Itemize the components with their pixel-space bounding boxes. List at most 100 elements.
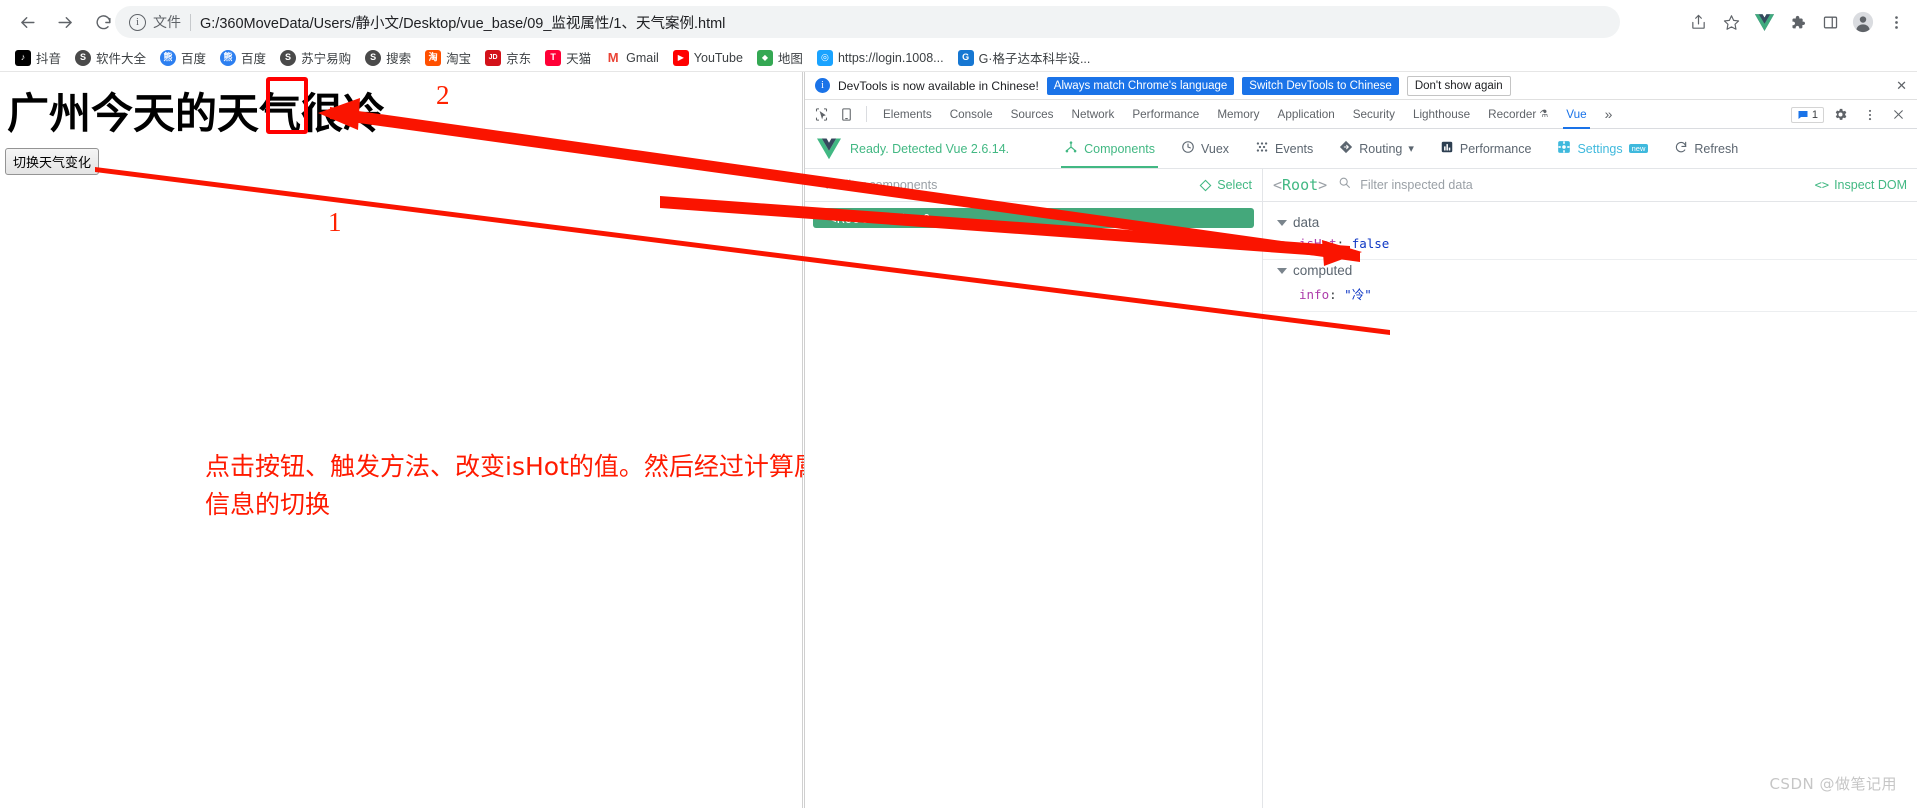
bookmark-item[interactable]: JD 京东	[478, 46, 538, 69]
vue-tab-components-label: Components	[1084, 141, 1156, 156]
share-icon[interactable]	[1683, 7, 1713, 37]
inspector-entry-value: "冷"	[1344, 287, 1372, 302]
bookmark-label: 淘宝	[446, 52, 472, 66]
vue-tab-events[interactable]: Events	[1242, 129, 1326, 168]
bookmark-item[interactable]: G G·格子达本科毕设...	[951, 46, 1098, 69]
bookmark-label: Gmail	[626, 50, 659, 65]
more-vertical-icon[interactable]	[1857, 102, 1882, 127]
device-toolbar-icon[interactable]	[834, 102, 859, 127]
side-panel-icon[interactable]	[1815, 7, 1845, 37]
tab-elements[interactable]: Elements	[874, 100, 941, 129]
vue-tab-refresh[interactable]: Refresh	[1661, 129, 1751, 168]
tab-performance[interactable]: Performance	[1123, 100, 1208, 129]
inspector-entry-info[interactable]: info: "冷"	[1263, 281, 1917, 306]
extensions-puzzle-icon[interactable]	[1782, 7, 1812, 37]
inspect-dom-button[interactable]: <> Inspect DOM	[1815, 178, 1907, 192]
tab-security[interactable]: Security	[1344, 100, 1404, 129]
tab-network[interactable]: Network	[1063, 100, 1124, 129]
inspector-entry-isHot[interactable]: isHot: false	[1263, 233, 1917, 254]
inspector-body: data isHot: false computed info: "冷"	[1263, 202, 1917, 312]
vue-devtools-toolbar: Ready. Detected Vue 2.6.14. Components V…	[805, 129, 1917, 169]
bookmark-label: YouTube	[693, 50, 743, 65]
message-badge-icon[interactable]: 1	[1790, 106, 1824, 123]
vue-tab-components[interactable]: Components	[1051, 129, 1168, 168]
refresh-icon	[1674, 140, 1688, 157]
notice-message: DevTools is now available in Chinese!	[838, 78, 1039, 93]
vue-tab-settings-label: Settings	[1577, 141, 1623, 156]
caret-down-icon	[1277, 219, 1287, 226]
bookmark-favicon: ◆	[756, 49, 773, 66]
components-icon	[1064, 140, 1078, 157]
tab-vue[interactable]: Vue	[1557, 100, 1595, 129]
inspector-group-data-label: data	[1293, 215, 1320, 230]
tab-recorder[interactable]: Recorder ⚗	[1479, 100, 1557, 129]
code-brackets-icon: <>	[1814, 178, 1830, 192]
bookmark-label: 天猫	[566, 52, 592, 66]
bookmark-item[interactable]: ◎ https://login.1008...	[810, 48, 951, 68]
info-circle-icon[interactable]: i	[129, 13, 146, 31]
vue-tab-vuex[interactable]: Vuex	[1168, 129, 1242, 168]
tab-lighthouse[interactable]: Lighthouse	[1404, 100, 1479, 129]
devtools-close-icon[interactable]	[1886, 102, 1911, 127]
watermark-text: CSDN @做笔记用	[1769, 775, 1897, 793]
bookmark-item[interactable]: 熊百度	[213, 46, 273, 69]
devtools-panel: i DevTools is now available in Chinese! …	[804, 72, 1917, 808]
vue-tab-events-label: Events	[1275, 141, 1314, 156]
performance-bars-icon	[1440, 140, 1454, 157]
forward-arrow-icon[interactable]	[48, 5, 82, 39]
tab-application[interactable]: Application	[1269, 100, 1344, 129]
vue-tab-performance[interactable]: Performance	[1427, 129, 1545, 168]
bookmark-item[interactable]: 淘淘宝	[418, 46, 478, 69]
bookmark-label: 搜索	[386, 52, 412, 66]
back-arrow-icon[interactable]	[10, 5, 44, 39]
select-component-button[interactable]: Select	[1199, 178, 1252, 192]
bookmark-item[interactable]: S 苏宁易购	[273, 46, 358, 69]
bookmark-favicon: G	[957, 49, 974, 66]
browser-toolbar-actions	[1683, 4, 1911, 40]
vuex-clock-icon	[1181, 140, 1195, 157]
tab-console[interactable]: Console	[941, 100, 1002, 129]
switch-to-chinese-button[interactable]: Switch DevTools to Chinese	[1242, 76, 1399, 95]
tab-sources[interactable]: Sources	[1002, 100, 1063, 129]
vue-logo-icon	[817, 138, 841, 160]
bookmark-item[interactable]: S 软件大全	[68, 46, 153, 69]
search-icon	[1338, 176, 1351, 194]
bookmark-item[interactable]: ▶ YouTube	[666, 48, 750, 68]
bookmark-item[interactable]: ◆ 地图	[750, 46, 810, 69]
vue-status-text: Ready. Detected Vue 2.6.14.	[850, 141, 1010, 156]
inspector-divider	[1263, 311, 1917, 312]
tabs-overflow-icon[interactable]: »	[1596, 100, 1622, 129]
inspector-group-data[interactable]: data	[1263, 212, 1917, 233]
component-tree-row-root[interactable]: <Root> = $vm0	[813, 208, 1254, 228]
bookmark-item[interactable]: 熊百度	[153, 46, 213, 69]
inspector-pane: <Root> <> Inspect DOM data	[1263, 169, 1917, 808]
address-bar[interactable]: i 文件 G:/360MoveData/Users/静小文/Desktop/vu…	[115, 6, 1620, 38]
inspect-element-icon[interactable]	[809, 102, 834, 127]
filter-inspected-data-input[interactable]	[1358, 177, 1808, 193]
vue-devtools-icon[interactable]	[1749, 7, 1779, 37]
vue-tab-settings[interactable]: Settings new	[1544, 129, 1661, 168]
bookmark-label: 苏宁易购	[301, 52, 352, 66]
tab-memory[interactable]: Memory	[1208, 100, 1268, 129]
vue-tab-vuex-label: Vuex	[1201, 141, 1230, 156]
vue-tab-routing[interactable]: Routing ▾	[1326, 129, 1427, 168]
bookmark-favicon: 熊	[220, 49, 237, 66]
profile-avatar-icon[interactable]	[1848, 7, 1878, 37]
bookmark-item[interactable]: M Gmail	[598, 48, 666, 68]
bookmark-item[interactable]: S 搜索	[358, 46, 418, 69]
bookmark-label: 京东	[506, 52, 532, 66]
gear-icon[interactable]	[1828, 102, 1853, 127]
close-icon[interactable]: ✕	[1896, 78, 1907, 94]
bookmark-item[interactable]: T 天猫	[538, 46, 598, 69]
dont-show-again-button[interactable]: Don't show again	[1406, 75, 1511, 96]
chrome-menu-icon[interactable]	[1881, 7, 1911, 37]
components-tree-pane: Select <Root> = $vm0	[805, 169, 1263, 808]
always-match-language-button[interactable]: Always match Chrome's language	[1046, 76, 1235, 95]
bookmark-star-icon[interactable]	[1716, 7, 1746, 37]
select-component-label: Select	[1217, 178, 1252, 192]
bookmark-item[interactable]: ♪ 抖音	[8, 46, 68, 69]
navigation-buttons	[0, 5, 120, 39]
inspector-group-computed[interactable]: computed	[1263, 260, 1917, 281]
filter-components-input[interactable]	[836, 177, 1193, 193]
toggle-weather-button[interactable]: 切换天气变化	[5, 148, 100, 175]
